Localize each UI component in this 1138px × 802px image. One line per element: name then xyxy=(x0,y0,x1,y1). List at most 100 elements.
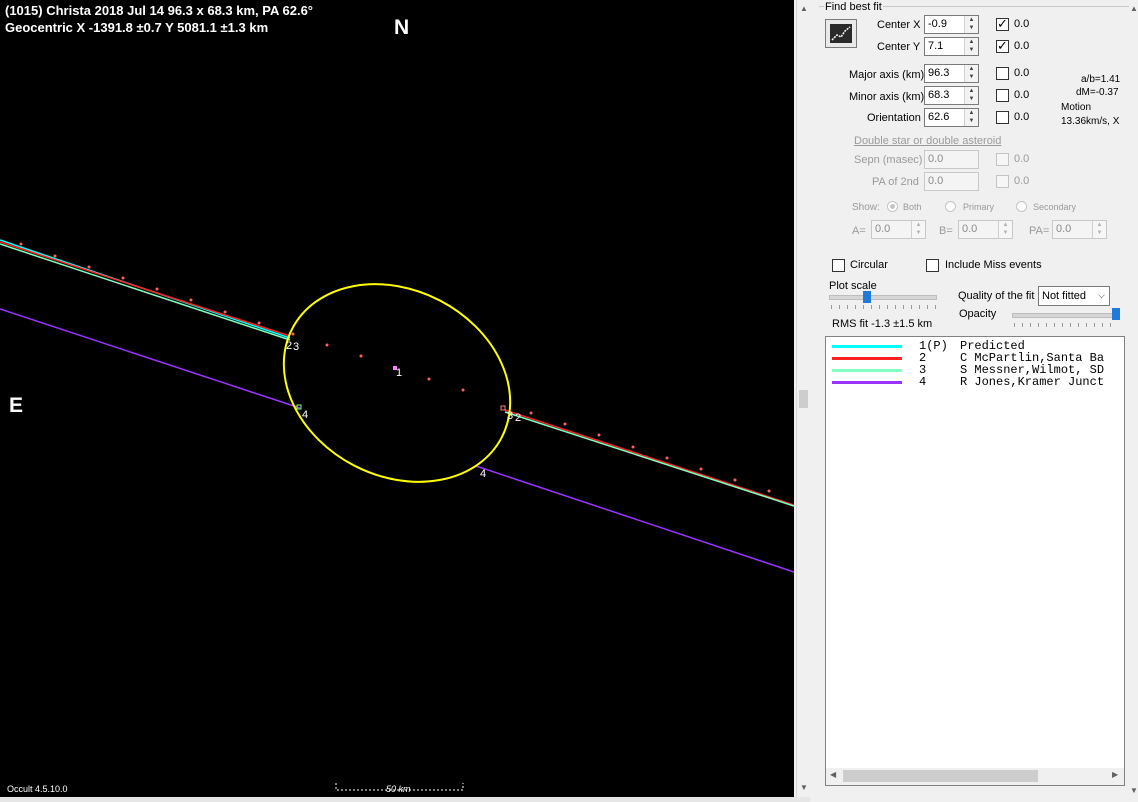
orientation-spinner[interactable]: ▲ ▼ xyxy=(964,109,978,126)
minor-axis-label: Minor axis (km) xyxy=(849,91,925,103)
plot-vertical-scrollbar[interactable]: ▲ ▼ xyxy=(796,0,811,797)
rms-fit-label: RMS fit -1.3 ±1.5 km xyxy=(832,318,933,330)
major-axis-checkbox[interactable] xyxy=(996,67,1009,80)
center-x-uncertainty: 0.0 xyxy=(1014,18,1030,30)
show-primary-radio[interactable] xyxy=(945,201,956,212)
minor-axis-checkbox[interactable] xyxy=(996,89,1009,102)
circular-checkbox[interactable] xyxy=(832,259,845,272)
orientation-uncertainty: 0.0 xyxy=(1014,111,1030,123)
quality-dropdown[interactable]: Not fitted ⌵ xyxy=(1038,286,1110,306)
pa2-input[interactable]: 0.0 xyxy=(924,172,979,191)
legend-horizontal-scrollbar[interactable]: ◀ ▶ xyxy=(826,768,1124,785)
motion-value: 13.36km/s, X xyxy=(1061,116,1120,127)
orientation-label: Orientation xyxy=(867,112,921,124)
panel-scroll-up-icon[interactable]: ▲ xyxy=(1127,2,1138,16)
plot-subtitle: Geocentric X -1391.8 ±0.7 Y 5081.1 ±1.3 … xyxy=(5,20,269,35)
north-label: N xyxy=(394,16,410,39)
chord-label-1: 1 xyxy=(396,367,403,379)
circular-label: Circular xyxy=(850,259,888,271)
minor-axis-uncertainty: 0.0 xyxy=(1014,89,1030,101)
legend-scrollbar-thumb[interactable] xyxy=(843,770,1038,782)
version-label: Occult 4.5.10.0 xyxy=(7,784,68,794)
pa2-checkbox[interactable] xyxy=(996,175,1009,188)
plot-horizontal-scrollbar[interactable] xyxy=(0,797,810,802)
show-secondary-label: Secondary xyxy=(1033,202,1077,212)
ab-ratio: a/b=1.41 xyxy=(1081,74,1121,85)
find-best-fit-button[interactable] xyxy=(825,19,857,48)
plot-scale-slider[interactable] xyxy=(863,291,871,303)
chord2-line-left xyxy=(0,241,291,337)
scale-label: 50 km xyxy=(386,784,411,794)
motion-label: Motion xyxy=(1061,102,1092,113)
scrollbar-thumb[interactable] xyxy=(799,390,808,408)
show-both-radio[interactable] xyxy=(887,201,898,212)
sepn-input[interactable]: 0.0 xyxy=(924,150,979,169)
show-primary-label: Primary xyxy=(963,202,994,212)
pa2-uncertainty: 0.0 xyxy=(1014,175,1030,187)
orientation-checkbox[interactable] xyxy=(996,111,1009,124)
double-star-link[interactable]: Double star or double asteroid xyxy=(854,135,1001,147)
show-secondary-radio[interactable] xyxy=(1016,201,1027,212)
a-input[interactable]: 0.0 ▲ ▼ xyxy=(871,220,926,239)
chord3-line-left xyxy=(0,243,291,341)
center-x-label: Center X xyxy=(877,19,921,31)
legend-line-chord3 xyxy=(832,369,902,372)
panel-vertical-scrollbar[interactable]: ▲ ▼ xyxy=(1129,0,1138,802)
include-miss-checkbox[interactable] xyxy=(926,259,939,272)
center-x-spinner[interactable]: ▲ ▼ xyxy=(964,16,978,33)
scroll-left-arrow-icon[interactable]: ◀ xyxy=(830,770,836,779)
pa-input[interactable]: 0.0 ▲ ▼ xyxy=(1052,220,1107,239)
chord3-line-right xyxy=(504,411,794,507)
opacity-slider[interactable] xyxy=(1112,308,1120,320)
quality-label: Quality of the fit xyxy=(958,290,1035,302)
occultation-plot[interactable]: (1015) Christa 2018 Jul 14 96.3 x 68.3 k… xyxy=(0,0,794,797)
legend-row[interactable]: 4 R Jones,Kramer Junct xyxy=(826,375,1124,389)
observer-legend-list[interactable]: 1(P) Predicted 2 C McPartlin,Santa Ba 3 … xyxy=(825,336,1125,786)
plot-scale-ticks xyxy=(831,305,936,309)
chord-label-2-start: 2 xyxy=(286,340,293,352)
b-input[interactable]: 0.0 ▲ ▼ xyxy=(958,220,1013,239)
plot-canvas xyxy=(0,239,794,791)
major-axis-label: Major axis (km) xyxy=(849,69,925,81)
center-x-input[interactable]: -0.9 ▲ ▼ xyxy=(924,15,979,34)
legend-num: 4 xyxy=(919,375,927,389)
major-axis-input[interactable]: 96.3 ▲ ▼ xyxy=(924,64,979,83)
major-axis-uncertainty: 0.0 xyxy=(1014,67,1030,79)
chord-label-4-end: 4 xyxy=(480,468,487,480)
scroll-right-arrow-icon[interactable]: ▶ xyxy=(1112,770,1118,779)
scroll-up-arrow-icon[interactable]: ▲ xyxy=(797,2,811,16)
minor-axis-spinner[interactable]: ▲ ▼ xyxy=(964,87,978,104)
b-label: B= xyxy=(939,225,953,237)
scroll-down-arrow-icon[interactable]: ▼ xyxy=(797,781,811,795)
panel-scroll-down-icon[interactable]: ▼ xyxy=(1127,784,1138,798)
center-y-checkbox[interactable] xyxy=(996,38,1009,54)
chord-label-4-start: 4 xyxy=(302,409,309,421)
plot-scale-track xyxy=(829,295,937,300)
legend-line-predicted xyxy=(832,345,902,348)
center-y-spinner[interactable]: ▲ ▼ xyxy=(964,38,978,55)
chord2-reappear-marker xyxy=(500,405,506,411)
plot-title: (1015) Christa 2018 Jul 14 96.3 x 68.3 k… xyxy=(5,3,313,18)
orientation-input[interactable]: 62.6 ▲ ▼ xyxy=(924,108,979,127)
legend-line-chord4 xyxy=(832,381,902,384)
asteroid-profile-ellipse xyxy=(282,283,512,483)
pa2-label: PA of 2nd xyxy=(872,176,919,188)
chord-label-2-end: 2 xyxy=(515,412,522,424)
legend-name: R Jones,Kramer Junct xyxy=(960,375,1105,389)
show-label: Show: xyxy=(852,202,880,213)
center-x-checkbox[interactable] xyxy=(996,16,1009,32)
minor-axis-input[interactable]: 68.3 ▲ ▼ xyxy=(924,86,979,105)
opacity-track xyxy=(1012,313,1117,318)
chart-fit-icon xyxy=(830,24,852,43)
legend-line-chord2 xyxy=(832,357,902,360)
chord-label-3-start: 3 xyxy=(293,341,300,353)
fit-panel: Find best fit Center X -0.9 ▲▼ 0.0 Cente… xyxy=(811,0,1138,802)
delta-magnitude: dM=-0.37 xyxy=(1076,87,1119,98)
pa-label: PA= xyxy=(1029,225,1050,237)
major-axis-spinner[interactable]: ▲ ▼ xyxy=(964,65,978,82)
chevron-down-icon: ⌵ xyxy=(1098,290,1105,300)
east-label: E xyxy=(9,394,24,417)
chord4-line-left xyxy=(0,308,301,409)
sepn-checkbox[interactable] xyxy=(996,153,1009,166)
center-y-input[interactable]: 7.1 ▲ ▼ xyxy=(924,37,979,56)
